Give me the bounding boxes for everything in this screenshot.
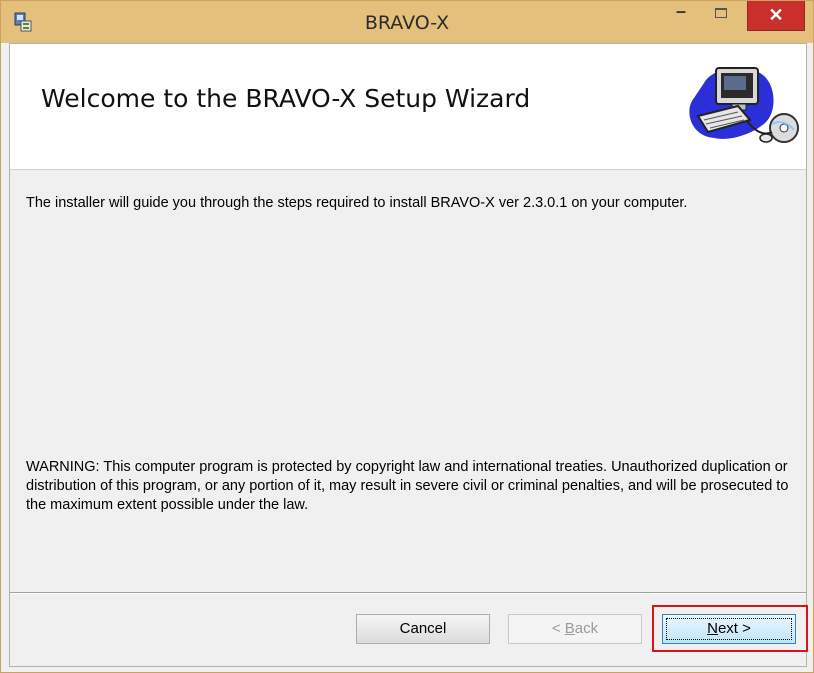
back-button[interactable]: < Back (508, 614, 642, 644)
back-button-prefix: < (551, 620, 565, 637)
back-button-rest: ack (574, 620, 599, 637)
wizard-client-area: Welcome to the BRAVO-X Setup Wizard The … (9, 43, 808, 667)
intro-text: The installer will guide you through the… (26, 195, 688, 211)
title-bar[interactable]: BRAVO-X – ✕ (1, 1, 813, 43)
close-button[interactable]: ✕ (747, 1, 805, 31)
computer-setup-icon (689, 67, 799, 143)
page-title: Welcome to the BRAVO-X Setup Wizard (41, 84, 531, 113)
copyright-warning-text: WARNING: This computer program is protec… (26, 459, 789, 513)
back-button-mnemonic: B (564, 620, 575, 637)
cancel-button[interactable]: Cancel (356, 614, 490, 644)
next-button-highlight (652, 605, 808, 652)
wizard-banner: Welcome to the BRAVO-X Setup Wizard (10, 44, 806, 170)
maximize-button[interactable] (705, 3, 737, 25)
maximize-icon (715, 8, 727, 18)
setup-window: BRAVO-X – ✕ Welcome to the BRAVO-X Setup… (0, 0, 814, 673)
minimize-button[interactable]: – (665, 2, 697, 25)
footer-divider (10, 592, 806, 594)
